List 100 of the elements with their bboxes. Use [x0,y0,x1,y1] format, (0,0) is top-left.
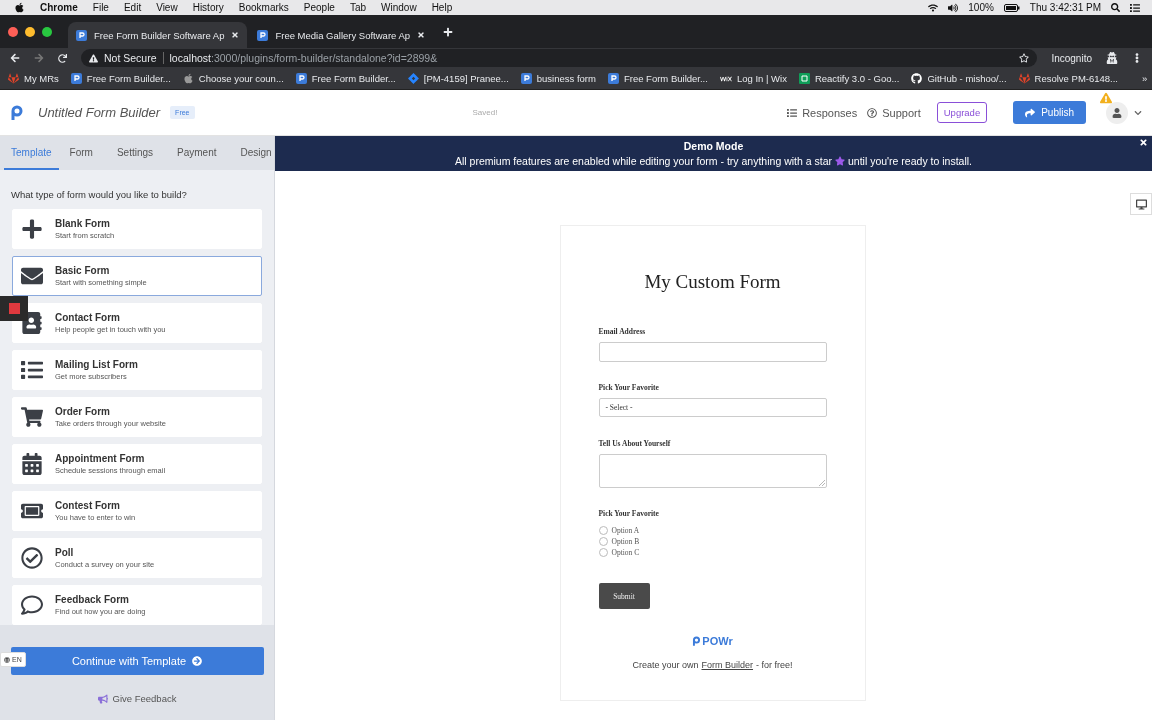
bookmark-link[interactable]: business form [536,73,596,84]
user-avatar[interactable] [1106,101,1128,124]
incognito-icon[interactable] [1106,52,1118,64]
menu-item[interactable]: People [303,2,335,13]
warning-icon [89,53,98,63]
star-icon [835,156,845,166]
resize-grip-icon[interactable] [818,480,825,486]
form-title[interactable]: Untitled Form Builder [38,105,161,120]
browser-tab[interactable]: Free Media Gallery Software Ap [249,22,434,48]
publish-button[interactable]: Publish [1013,101,1086,124]
clock[interactable]: Thu 3:42:31 PM [1029,2,1101,13]
fox-icon [1018,73,1030,84]
menu-item[interactable]: View [156,2,178,13]
banner-title: Demo Mode [683,140,744,152]
bookmark-link[interactable]: Choose your coun... [198,73,284,84]
banner-text: All premium features are enabled while editing your form - try anything with a star [455,155,832,167]
plug-icon [520,73,532,84]
sidebar-tab[interactable]: Form [62,136,100,171]
wifi-icon[interactable] [928,2,939,13]
bookmark-link[interactable]: Free Form Builder... [86,73,171,84]
list-icon[interactable] [1130,2,1140,13]
bookmark-link[interactable]: Free Form Builder... [311,73,396,84]
new-tab-icon[interactable] [443,26,454,37]
diamond-icon [407,73,419,84]
battery-percent: 100% [968,2,994,13]
nav-link[interactable]: Responses [787,106,858,119]
menu-item[interactable]: Chrome [40,2,78,13]
bookmark-link[interactable]: Free Form Builder... [623,73,708,84]
radio-button[interactable] [598,537,608,546]
plug-icon [295,73,307,84]
spreadsheet-icon [798,73,810,84]
template-name: Order Form [55,406,111,418]
menu-item[interactable]: Tab [349,2,367,13]
list-icon [787,107,798,118]
template-name: Basic Form [55,265,111,277]
plus-icon [21,218,43,241]
apple-icon[interactable] [14,2,25,13]
fox-icon [8,73,19,84]
close-icon[interactable] [1139,138,1148,147]
window-control-icon[interactable] [25,26,35,37]
bookmark-link[interactable]: My MRs [24,73,59,84]
plug-icon [607,73,619,84]
menu-item[interactable]: Window [381,2,417,13]
sidebar-tab[interactable]: Design [233,136,279,171]
battery-icon[interactable] [1003,3,1020,12]
forward-icon[interactable] [34,53,44,63]
bookmark-link[interactable]: [PM-4159] Pranee... [423,73,509,84]
device-toggle[interactable] [1130,193,1152,215]
monitor-icon [1135,198,1147,210]
recording-widget[interactable] [0,296,28,321]
address-bar[interactable]: Not Secure localhost:3000/plugins/form-builder/standalone?id=2899& [81,49,1038,67]
logo-icon [692,635,702,647]
calendar-icon [21,453,43,476]
radio-button[interactable] [598,526,608,535]
menu-item[interactable]: Help [431,2,453,13]
speech-bubble-icon [21,594,43,617]
upgrade-button[interactable]: Upgrade [936,102,988,123]
back-icon[interactable] [10,53,20,63]
nav-link[interactable]: Support [867,106,921,119]
bookmark-link[interactable]: Reactify 3.0 - Goo... [814,73,900,84]
brand-name[interactable]: POWr [702,635,733,647]
radio-button[interactable] [598,548,608,557]
chevron-down-icon[interactable] [1134,108,1142,117]
promo-link[interactable]: Form Builder [701,660,753,670]
template-name: Contact Form [55,312,121,324]
bookmark-star-icon[interactable] [1019,53,1030,63]
feedback-link[interactable]: Give Feedback [97,693,177,705]
menu-item[interactable]: File [92,2,109,13]
reload-icon[interactable] [58,53,67,63]
bookmark-link[interactable]: Log In | Wix [736,73,787,84]
logo-icon[interactable] [10,104,24,121]
search-icon[interactable] [1111,3,1120,12]
form-heading: My Custom Form [643,271,782,293]
plug-icon [76,29,87,41]
browser-tab[interactable]: Free Form Builder Software Ap [68,22,248,48]
security-label: Not Secure [104,52,164,64]
profile-label[interactable]: Incognito [1051,52,1092,64]
more-bookmarks[interactable]: » [1142,73,1148,84]
promo-text: Create your own [632,660,699,670]
help-icon [867,107,878,118]
menu-item[interactable]: History [192,2,224,13]
sidebar-tab[interactable]: Settings [109,136,161,171]
url-text: localhost:3000/plugins/form-builder/standalone?id=2899& [169,52,438,64]
template-name: Feedback Form [55,594,130,606]
cat-icon [911,73,923,84]
window-control-icon[interactable] [42,26,52,37]
bookmark-link[interactable]: GitHub - mishoo/... [927,73,1007,84]
stop-icon[interactable] [8,303,20,314]
promo-text: - for free! [756,660,793,670]
megaphone-icon [97,693,108,704]
volume-icon[interactable] [948,2,959,13]
email-field[interactable] [598,342,827,362]
window-control-icon[interactable] [8,26,18,37]
menu-item[interactable]: Bookmarks [238,2,289,13]
close-icon[interactable] [417,31,426,39]
menu-item[interactable]: Edit [123,2,142,13]
list-icon [21,359,43,382]
sidebar-tab[interactable]: Payment [170,136,224,171]
close-icon[interactable] [231,31,240,39]
bookmark-link[interactable]: Resolve PM-6148... [1034,73,1118,84]
